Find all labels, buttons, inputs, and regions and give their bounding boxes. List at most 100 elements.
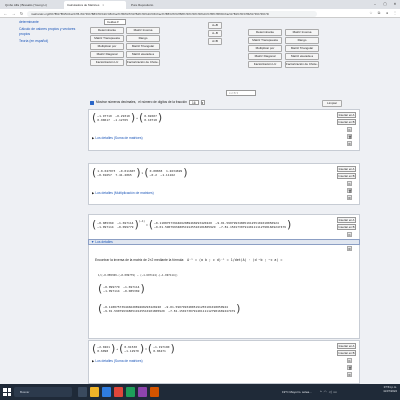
settings-icon[interactable]: ⚙ <box>347 141 352 146</box>
file-explorer-icon[interactable] <box>90 387 99 397</box>
settings-icon[interactable]: ⚙ <box>347 246 352 251</box>
power-a-button[interactable]: Matriz elevada a <box>126 51 160 58</box>
transpose-a-button[interactable]: Matriz Transpuesta <box>90 35 124 42</box>
insert-b-button[interactable]: Insertar en B <box>337 119 356 125</box>
browser-tab-active[interactable]: Calculadora de Matrices × <box>64 1 126 9</box>
copy-icon[interactable]: ⧉ <box>347 232 352 237</box>
close-icon[interactable]: ✕ <box>390 0 400 9</box>
lu-b-button[interactable]: Factorización LU <box>248 61 282 68</box>
insert-a-button[interactable]: Insertar en A <box>337 217 356 223</box>
windows-start-icon[interactable] <box>3 388 11 396</box>
store-icon[interactable] <box>126 387 135 397</box>
chevron-down-icon[interactable]: ▾ <box>200 100 205 105</box>
insert-b-button[interactable]: Insertar en B <box>337 173 356 179</box>
browser-tab[interactable]: Pure Repositorio <box>128 1 174 9</box>
inverse-final-matrix: ( −0.11887573944662089468293420220 −9.01… <box>98 302 241 315</box>
minimize-icon[interactable]: – <box>370 0 380 9</box>
reload-icon[interactable]: ↻ <box>18 10 25 17</box>
result-2-left-matrix: ( 1.0.047073 −0.011607 −0.01657 7.41.206… <box>92 166 188 179</box>
menu-icon[interactable]: ⋮ <box>392 10 398 17</box>
forward-icon[interactable]: → <box>10 10 17 17</box>
tab-label: Calculadora de Matrices <box>67 3 100 7</box>
triangular-a-button[interactable]: Matriz Triangular <box>126 43 160 50</box>
clear-button[interactable]: Limpiar <box>322 100 342 107</box>
determinant-a-button[interactable]: Determinante <box>90 27 124 34</box>
cholesky-b-button[interactable]: Factorización de Chole... <box>285 61 319 68</box>
settings-icon[interactable]: ⚙ <box>347 195 352 200</box>
lu-a-button[interactable]: Factorización LU <box>90 59 124 66</box>
subtract-button[interactable]: A−B <box>208 30 222 37</box>
digits-input[interactable]: 16 <box>188 100 199 105</box>
rank-a-button[interactable]: Rango <box>126 35 160 42</box>
cells-select[interactable]: Celdas ▾ <box>104 19 126 25</box>
wifi-icon[interactable]: ◠ <box>324 388 327 396</box>
clock[interactable]: 07:51 p.m. 11/07/2022 <box>383 385 397 393</box>
result-3-matrix: ( −0.085369 −1.697114 −1.097114 −0.09977… <box>92 218 292 231</box>
details-link-4[interactable]: ▶Los detalles (Suma de matrices) <box>92 359 143 363</box>
taskbar-search[interactable]: Buscar <box>14 387 72 397</box>
delete-icon[interactable]: 🗑 <box>347 188 352 193</box>
details-expanded-bar[interactable]: ▼ Los detalles <box>88 239 360 245</box>
insert-b-button[interactable]: Insertar en B <box>337 350 356 356</box>
office-icon[interactable] <box>150 387 159 397</box>
maximize-icon[interactable]: ▢ <box>380 0 390 9</box>
link-theory[interactable]: Teoría (en español) <box>19 39 84 43</box>
insert-a-button[interactable]: Insertar en A <box>337 166 356 172</box>
diagonal-a-button[interactable]: Matriz Diagonal <box>90 51 124 58</box>
show-decimals-checkbox[interactable] <box>90 100 94 105</box>
details-link-1[interactable]: ▶Los detalles (Suma de matrices) <box>92 136 143 140</box>
edge-icon[interactable] <box>102 387 111 397</box>
weather-widget[interactable]: 19°C Mayorm. solea... <box>282 388 312 396</box>
chevron-up-icon[interactable]: ^ <box>320 388 322 396</box>
transpose-b-button[interactable]: Matriz Transpuesta <box>248 37 282 44</box>
address-bar: ← → ↻ matrixcalc.org/#%7B%7B%5Cfrac%7B-3… <box>0 9 400 18</box>
delete-icon[interactable]: 🗑 <box>347 365 352 370</box>
diagonal-b-button[interactable]: Matriz Diagonal <box>248 53 282 60</box>
insert-b-button[interactable]: Insertar en B <box>337 224 356 230</box>
star-icon[interactable]: ☆ <box>368 10 374 17</box>
browser-tabbar: Qmbo Alfa | Bresalto (Young Li) Calculad… <box>0 0 400 9</box>
copy-icon[interactable]: ⧉ <box>347 181 352 186</box>
lu-b-select[interactable]: LU B ▾ <box>226 90 256 96</box>
copy-icon[interactable]: ⧉ <box>347 127 352 132</box>
multiply-button[interactable]: A×B <box>208 38 222 45</box>
expand-triangle-icon: ▶ <box>92 136 95 140</box>
inverse-a-button[interactable]: Matriz Inversa <box>126 27 160 34</box>
multiply-b-button[interactable]: Multiplicar por <box>248 45 282 52</box>
chrome-icon[interactable] <box>114 387 123 397</box>
browser-tab[interactable]: Qmbo Alfa | Bresalto (Young Li) <box>2 1 62 9</box>
power-b-button[interactable]: Matriz elevada a <box>285 53 319 60</box>
multiply-a-button[interactable]: Multiplicar por <box>90 43 124 50</box>
inverse-b-button[interactable]: Matriz Inversa <box>285 29 319 36</box>
tab-label: Qmbo Alfa | Bresalto (Young Li) <box>5 3 47 7</box>
delete-icon[interactable]: 🗑 <box>347 134 352 139</box>
extensions-icon[interactable]: ⧉ <box>376 10 382 17</box>
insert-a-button[interactable]: Insertar en A <box>337 343 356 349</box>
expand-triangle-icon: ▶ <box>92 359 95 363</box>
app-icon[interactable] <box>138 387 147 397</box>
add-button[interactable]: A+B <box>208 22 222 29</box>
task-view-icon[interactable] <box>78 387 87 397</box>
insert-a-button[interactable]: Insertar en A <box>337 112 356 118</box>
result-4-matrix: ( −2.0261 0.6098 ) + ( 0.91530 −1.12970 … <box>92 342 175 355</box>
cholesky-a-button[interactable]: Factorización de Chole... <box>126 59 160 66</box>
details-link-2[interactable]: ▶Los detalles (Multiplicación de matrice… <box>92 191 154 195</box>
result-1-left-matrix: ( −1.97710 −0.29310 0.90617 −1.12765 ) +… <box>92 111 163 124</box>
battery-icon[interactable]: ▭ <box>333 388 336 396</box>
page-content: determinante Cálculo de valores propios … <box>0 18 400 384</box>
rank-b-button[interactable]: Rango <box>285 37 319 44</box>
url-field[interactable]: matrixcalc.org/#%7B%7B%5Cfrac%7B-3%7D%7B… <box>27 10 317 17</box>
settings-icon[interactable]: ⚙ <box>347 372 352 377</box>
determinant-b-button[interactable]: Determinante <box>248 29 282 36</box>
decimal-options: Mostrar números decimales, el número de … <box>90 100 205 105</box>
copy-icon[interactable]: ⧉ <box>347 358 352 363</box>
triangular-b-button[interactable]: Matriz Triangular <box>285 45 319 52</box>
volume-icon[interactable]: ◁ <box>329 388 332 396</box>
close-tab-icon[interactable]: × <box>102 3 104 7</box>
profile-icon[interactable]: ● <box>384 10 390 17</box>
window-controls: – ▢ ✕ <box>370 0 400 9</box>
inverse-explanation: Encontrar la inversa de la matriz de 2×2… <box>95 258 283 262</box>
result-panel-4: ( −2.0261 0.6098 ) + ( 0.91530 −1.12970 … <box>88 340 360 384</box>
link-eigen[interactable]: Cálculo de valores propios y vectores pr… <box>19 27 84 36</box>
back-icon[interactable]: ← <box>2 10 9 17</box>
